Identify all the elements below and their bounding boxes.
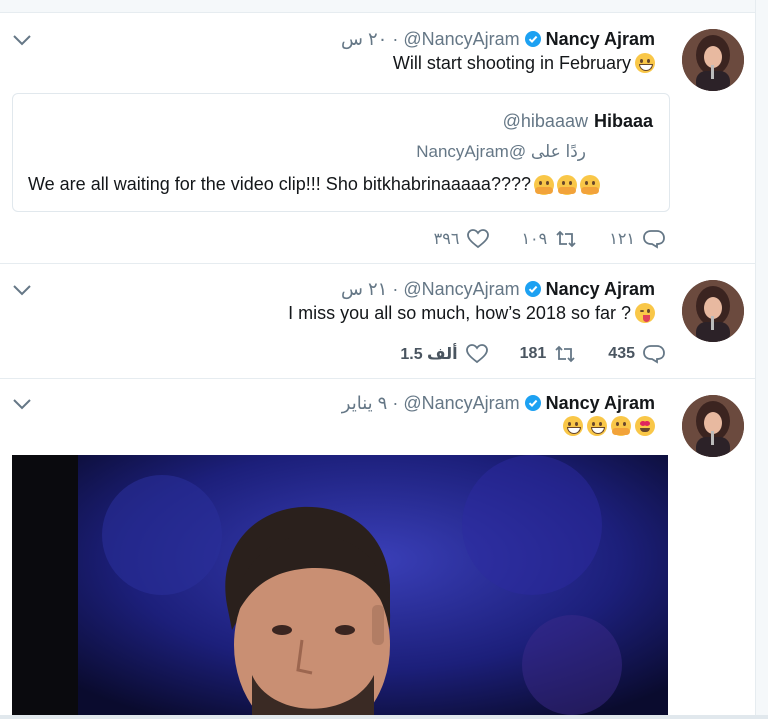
like-button[interactable]: ٣٩٦	[434, 229, 490, 249]
separator: ·	[392, 393, 399, 413]
hugging-emoji-icon	[611, 416, 631, 436]
reply-count: 435	[608, 345, 635, 362]
retweet-icon	[555, 345, 575, 363]
reply-button[interactable]: ١٢١	[609, 229, 665, 249]
tweet-text	[563, 416, 655, 436]
tweet-media-video[interactable]	[12, 455, 668, 717]
grinning-emoji-icon	[587, 416, 607, 436]
reply-icon	[643, 230, 665, 249]
tweet-text-content: Will start shooting in February	[392, 53, 631, 73]
quoted-author[interactable]: Hibaaa	[594, 111, 653, 132]
page-scrollbar[interactable]	[755, 0, 768, 719]
chevron-down-icon[interactable]	[12, 283, 32, 297]
tweet-header: ٩ يناير · @NancyAjram Nancy Ajram	[342, 392, 655, 414]
quoted-handle[interactable]: @hibaaaw	[503, 111, 588, 132]
author-name[interactable]: Nancy Ajram	[546, 28, 655, 50]
author-handle[interactable]: @NancyAjram	[403, 392, 519, 414]
tweet-time[interactable]: ٢٠ س	[341, 28, 387, 50]
winking-tongue-emoji-icon	[635, 303, 655, 323]
author-name[interactable]: Nancy Ajram	[546, 392, 655, 414]
tweet-header: ٢١ س · @NancyAjram Nancy Ajram	[341, 278, 655, 300]
like-button[interactable]: 1.5 ألف	[400, 344, 488, 364]
replying-to[interactable]: ردًا على @NancyAjram	[416, 142, 586, 162]
retweet-count: 181	[519, 345, 547, 362]
quoted-header: @hibaaaw Hibaaa	[503, 111, 653, 132]
heart-icon	[467, 229, 490, 249]
like-count: ٣٩٦	[433, 231, 460, 248]
reply-count: ١٢١	[609, 231, 635, 248]
retweet-count: ١٠٩	[521, 231, 548, 248]
chevron-down-icon[interactable]	[12, 397, 32, 411]
verified-icon	[524, 395, 541, 411]
retweet-icon	[556, 230, 576, 248]
author-name[interactable]: Nancy Ajram	[546, 278, 655, 300]
tweet-time[interactable]: ٢١ س	[341, 278, 387, 300]
tweet-actions: 1.5 ألف 181 435	[400, 343, 665, 365]
avatar[interactable]	[682, 280, 744, 342]
author-handle[interactable]: @NancyAjram	[403, 28, 519, 50]
retweet-button[interactable]: ١٠٩	[521, 229, 577, 249]
like-count: 1.5 ألف	[400, 346, 458, 363]
video-frame	[12, 455, 668, 717]
author-handle[interactable]: @NancyAjram	[403, 278, 519, 300]
chevron-down-icon[interactable]	[12, 33, 32, 47]
avatar[interactable]	[682, 395, 744, 457]
tweet-text: Will start shooting in February	[393, 51, 655, 75]
tweet-text-content: I miss you all so much, how’s 2018 so fa…	[288, 303, 631, 323]
quoted-text: We are all waiting for the video clip!!!…	[28, 174, 600, 195]
hugging-emoji-icon	[579, 174, 600, 195]
bottom-edge	[0, 715, 768, 719]
tweet-header: ٢٠ س · @NancyAjram Nancy Ajram	[341, 28, 655, 50]
separator: ·	[392, 279, 399, 299]
retweet-button[interactable]: 181	[520, 344, 577, 364]
tweet-time[interactable]: ٩ يناير	[342, 392, 388, 414]
tweet[interactable]: ٢١ س · @NancyAjram Nancy Ajram I miss yo…	[0, 264, 755, 379]
quoted-text-content: We are all waiting for the video clip!!!…	[28, 174, 531, 194]
grinning-emoji-icon	[563, 416, 583, 436]
tweet-text: I miss you all so much, how’s 2018 so fa…	[288, 301, 655, 325]
tweet[interactable]: ٢٠ س · @NancyAjram Nancy Ajram Will star…	[0, 13, 755, 264]
verified-icon	[524, 31, 541, 47]
heart-eyes-emoji-icon	[635, 416, 655, 436]
separator: ·	[392, 29, 399, 49]
grinning-emoji-icon	[635, 53, 655, 73]
heart-icon	[465, 344, 488, 364]
tweet-actions: ٣٩٦ ١٠٩ ١٢١	[434, 228, 665, 250]
hugging-emoji-icon	[533, 174, 554, 195]
quoted-tweet[interactable]: @hibaaaw Hibaaa ردًا على @NancyAjram We …	[12, 93, 670, 212]
top-bar	[0, 0, 768, 13]
avatar[interactable]	[682, 29, 744, 91]
verified-icon	[524, 281, 541, 297]
reply-button[interactable]: 435	[608, 344, 665, 364]
hugging-emoji-icon	[556, 174, 577, 195]
reply-icon	[643, 345, 665, 364]
